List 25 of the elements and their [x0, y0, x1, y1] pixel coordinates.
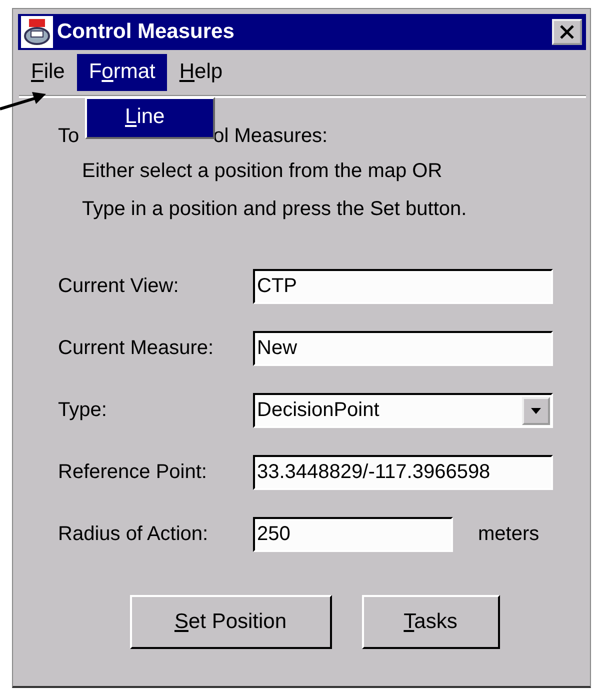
app-icon	[21, 16, 53, 48]
input-field[interactable]: CTP	[253, 269, 553, 304]
field-label: Radius of Action:	[58, 523, 210, 546]
field-label: Current Measure:	[58, 337, 215, 360]
close-icon	[559, 24, 575, 40]
input-field[interactable]: New	[253, 331, 553, 366]
field-label: Type:	[58, 399, 108, 422]
field-label: Reference Point:	[58, 461, 208, 484]
input-field[interactable]: 250	[253, 517, 453, 552]
close-button[interactable]	[552, 19, 582, 45]
dialog-button[interactable]: Tasks	[362, 595, 500, 649]
menu-option[interactable]: Line	[87, 99, 213, 137]
unit-label: meters	[478, 523, 540, 546]
window-title: Control Measures	[57, 20, 236, 44]
instruction-text: Type in a position and press the Set button.	[82, 196, 468, 222]
menu-item[interactable]: File	[19, 54, 77, 90]
dialog-button[interactable]: Set Position	[130, 595, 332, 649]
menu-item[interactable]: Format	[76, 54, 168, 90]
field-label: Current View:	[58, 275, 180, 298]
input-field[interactable]: 33.3448829/-117.3966598	[253, 455, 553, 490]
instruction-text: Either select a position from the map OR	[82, 158, 444, 184]
pointer-arrow	[0, 92, 48, 112]
menu-item[interactable]: Help	[167, 54, 235, 90]
type-dropdown[interactable]: DecisionPoint	[253, 393, 553, 428]
instruction-text: To	[58, 124, 80, 148]
